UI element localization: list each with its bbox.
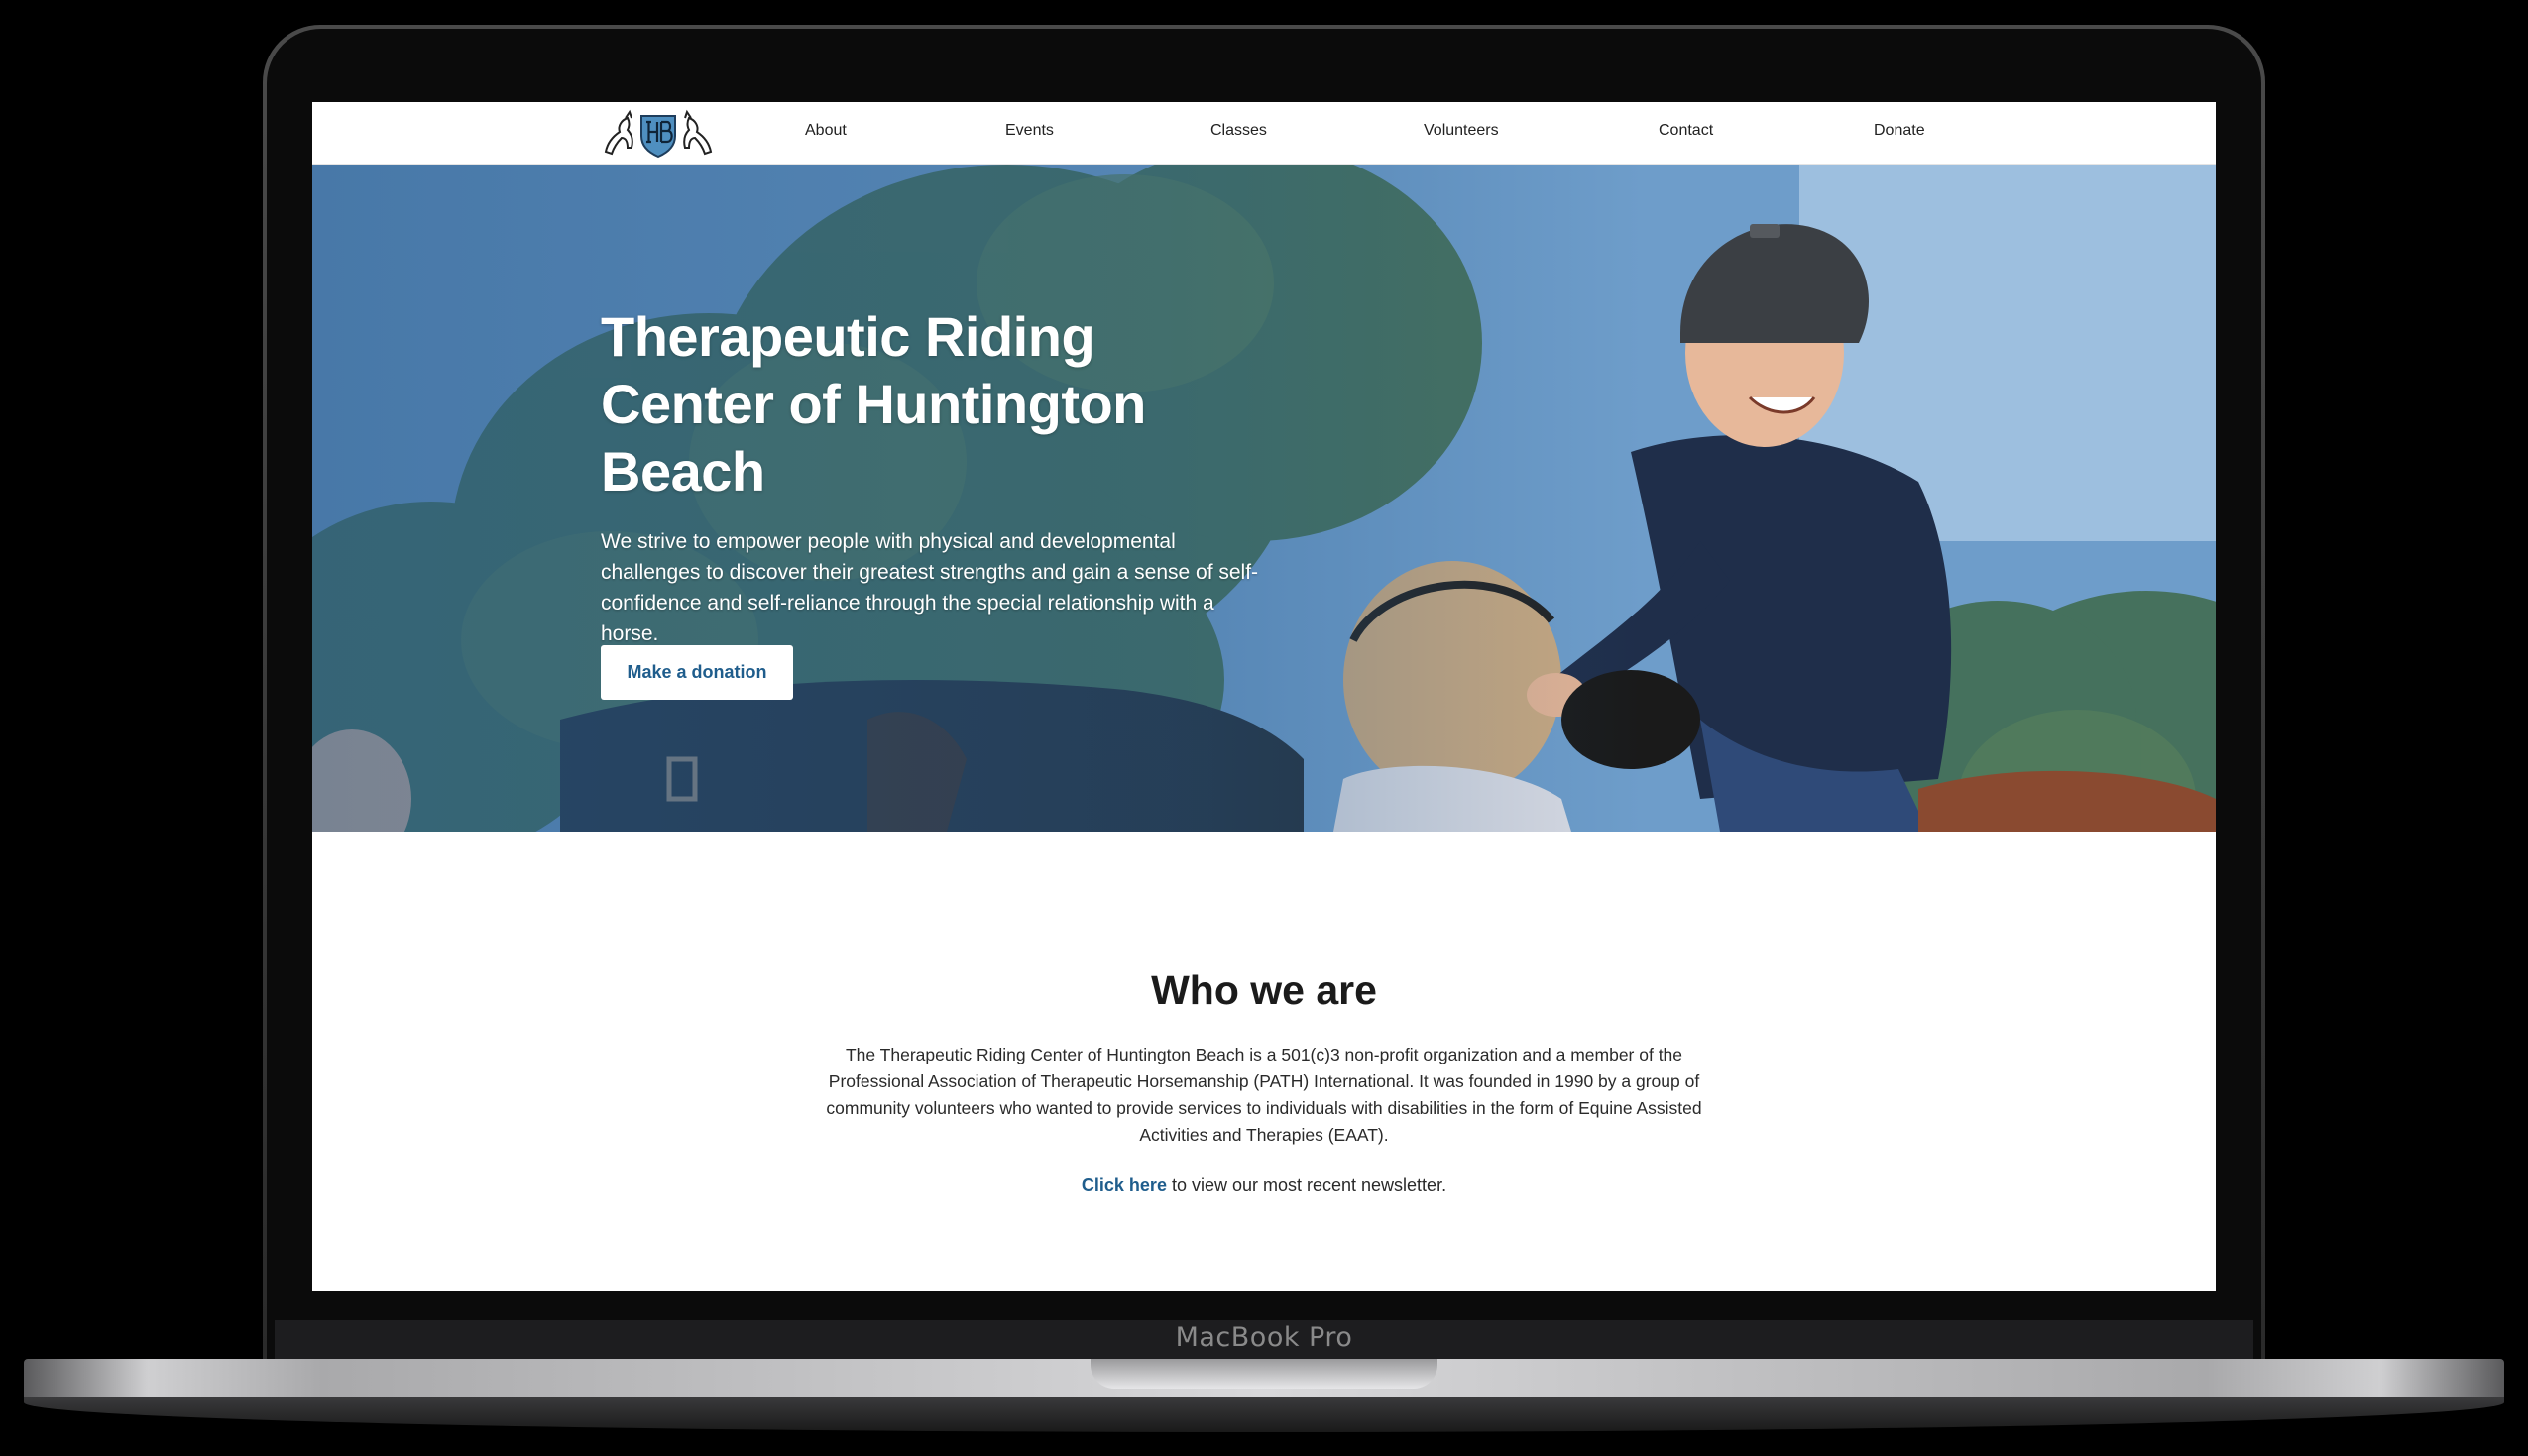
newsletter-link[interactable]: Click here [1082,1176,1167,1195]
laptop-opening-notch [1091,1359,1437,1389]
browser-viewport: About Events Classes Volunteers Contact … [312,102,2216,1291]
device-label: MacBook Pro [1175,1322,1353,1353]
hero-overlay [312,165,2216,832]
nav-link-donate[interactable]: Donate [1874,122,1925,140]
make-donation-button[interactable]: Make a donation [601,645,793,700]
nav-link-volunteers[interactable]: Volunteers [1424,122,1499,140]
nav-link-events[interactable]: Events [1005,122,1054,140]
hero-title: Therapeutic Riding Center of Huntington … [601,305,1146,503]
who-we-are-heading: Who we are [1151,967,1377,1013]
newsletter-text: to view our most recent newsletter. [1166,1176,1447,1195]
site-navbar: About Events Classes Volunteers Contact … [312,102,2216,165]
nav-link-contact[interactable]: Contact [1659,122,1713,140]
site-logo[interactable] [600,108,717,160]
who-we-are-text: The Therapeutic Riding Center of Hunting… [826,1045,1702,1145]
hero-banner: Therapeutic Riding Center of Huntington … [312,165,2216,832]
laptop-base-shadow [24,1397,2504,1432]
nav-link-classes[interactable]: Classes [1210,122,1267,140]
nav-link-about[interactable]: About [805,122,847,140]
hero-subtitle: We strive to empower people with physica… [601,530,1259,645]
newsletter-line: Click here to view our most recent newsl… [312,1176,2216,1196]
horse-crest-logo-icon [604,109,713,159]
